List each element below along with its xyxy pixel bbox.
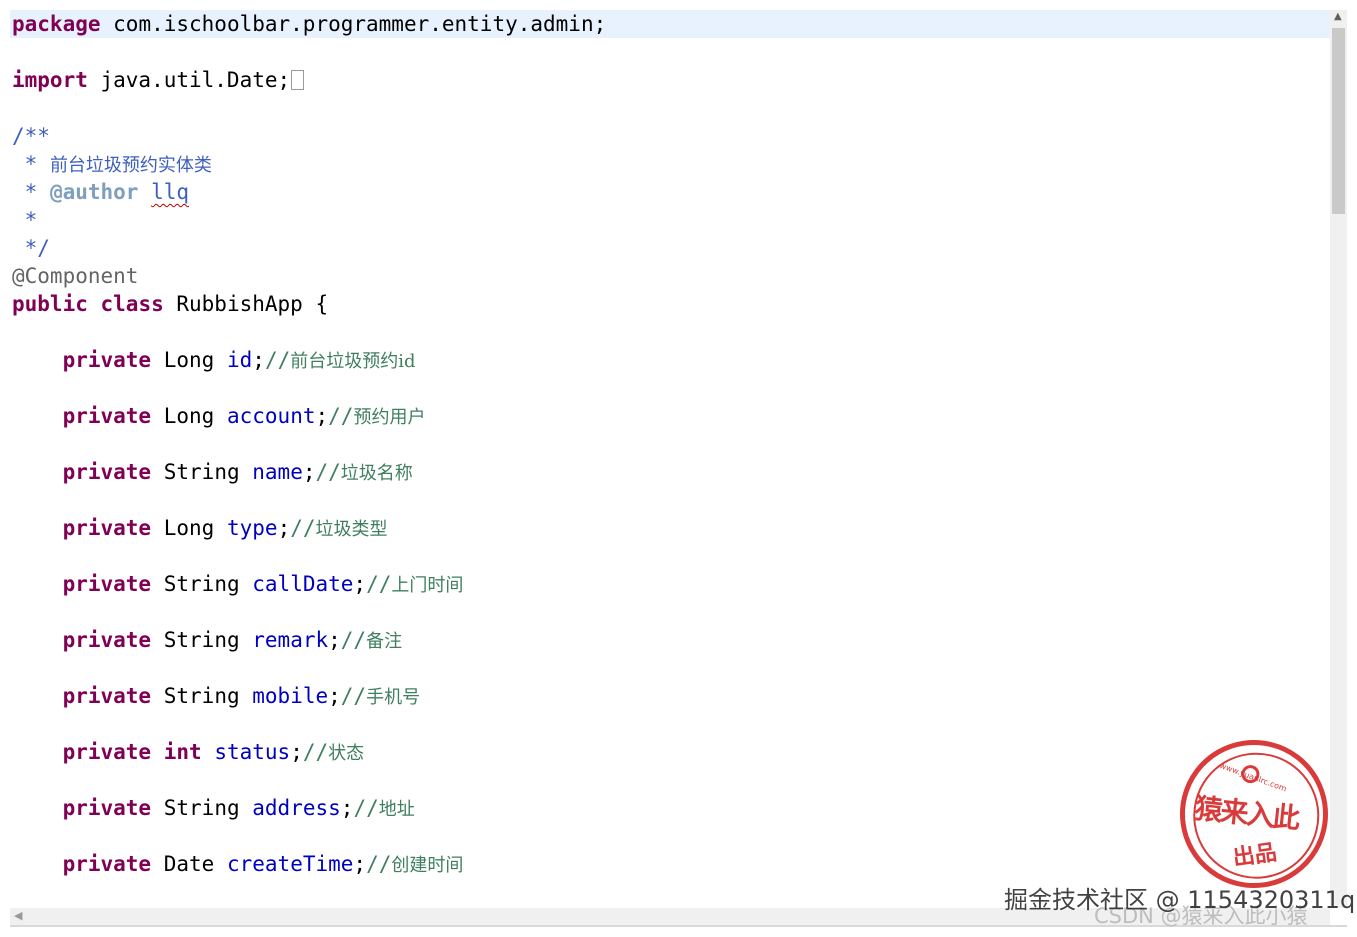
javadoc-desc-line: * 前台垃圾预约实体类 [12,150,212,178]
private-keyword: private [62,684,152,708]
field-type: Long [163,404,215,428]
field-name: createTime [226,852,354,876]
field-line: private String name;//垃圾名称 [62,460,413,484]
field-name: type [226,516,278,540]
field-comment: 地址 [378,799,415,820]
private-keyword: private [62,628,152,652]
field-line: private Long account;//预约用户 [62,404,426,428]
stamp-sub-text: 出品 [1231,839,1279,872]
field-type: Long [163,348,215,372]
field-line: private String mobile;//手机号 [62,684,421,708]
field-line: private Long id;//前台垃圾预约id [62,348,416,372]
field-name: id [226,348,253,372]
private-keyword: private [62,404,152,428]
code-editor[interactable]: package com.ischoolbar.programmer.entity… [10,10,1330,908]
field-comment: 手机号 [366,687,421,708]
field-name: mobile [252,684,329,708]
private-keyword: private [62,460,152,484]
import-keyword: import [12,68,88,92]
field-name: account [226,404,316,428]
field-type: String [163,628,240,652]
javadoc-star: * [12,180,50,204]
javadoc-desc: 前台垃圾预约实体类 [49,155,212,176]
field-name: address [252,796,341,820]
field-type: int [163,740,202,764]
import-name: java.util.Date; [87,68,291,92]
folded-imports-icon[interactable] [291,70,305,90]
field-type: Date [163,852,215,876]
private-keyword: private [62,572,152,596]
field-comment: 前台垃圾预约id [290,351,416,372]
javadoc-author-line: * @author llq [12,178,189,206]
vertical-scrollbar[interactable]: ▲ [1330,10,1347,908]
component-annotation: @Component [12,264,139,288]
field-comment: 垃圾名称 [340,463,413,484]
javadoc-empty: * [12,208,38,232]
scroll-up-arrow-icon[interactable]: ▲ [1334,11,1342,22]
class-declaration: public class RubbishApp { [12,290,328,318]
package-name: com.ischoolbar.programmer.entity.admin; [100,12,607,36]
vertical-scroll-thumb[interactable] [1332,28,1345,214]
package-keyword: package [12,12,101,36]
field-comment: 预约用户 [353,407,426,428]
field-type: String [163,684,240,708]
field-line: private int status;//状态 [62,740,365,764]
field-comment: 垃圾类型 [315,519,388,540]
field-type: String [163,796,240,820]
field-name: callDate [252,572,354,596]
javadoc-open: /** [12,124,50,148]
scroll-left-arrow-icon[interactable]: ◀ [14,909,22,922]
field-comment: 备注 [366,631,403,652]
private-keyword: private [62,740,152,764]
javadoc-close: */ [12,236,50,260]
class-keyword: class [100,292,164,316]
field-type: String [163,572,240,596]
field-line: private String address;//地址 [62,796,415,820]
field-line: private Date createTime;//创建时间 [62,852,464,876]
class-name: RubbishApp { [163,292,329,316]
code-line-import: import java.util.Date; [12,66,305,94]
private-keyword: private [62,516,152,540]
field-line: private String callDate;//上门时间 [62,572,464,596]
author-name: llq [151,180,190,204]
private-keyword: private [62,796,152,820]
juejin-watermark: 掘金技术社区 @ 1154320311q [1004,886,1356,914]
field-line: private Long type;//垃圾类型 [62,516,388,540]
field-comment: 状态 [328,743,365,764]
code-line-package: package com.ischoolbar.programmer.entity… [10,10,1330,38]
private-keyword: private [62,852,152,876]
field-name: name [252,460,303,484]
field-comment: 创建时间 [391,855,464,876]
public-keyword: public [12,292,88,316]
field-name: remark [252,628,329,652]
author-tag: @author [49,180,139,204]
private-keyword: private [62,348,152,372]
field-comment: 上门时间 [391,575,464,596]
field-type: String [163,460,240,484]
javadoc-star: * [12,152,50,176]
field-line: private String remark;//备注 [62,628,403,652]
field-type: Long [163,516,215,540]
field-name: status [214,740,291,764]
